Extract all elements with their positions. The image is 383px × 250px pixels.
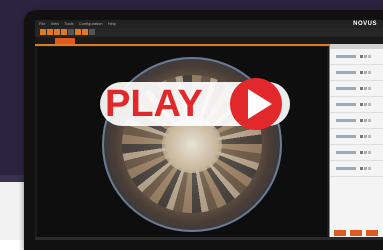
tab-underline [35, 44, 329, 46]
list-item[interactable] [330, 97, 383, 113]
menu-configuration[interactable]: Configuration [79, 21, 103, 26]
app-window: File View Tools Configuration Help NOVUS [35, 20, 383, 240]
layout-16-button[interactable] [61, 29, 67, 35]
playback-button[interactable] [82, 29, 88, 35]
list-item[interactable] [330, 81, 383, 97]
panel-action-button[interactable] [350, 230, 362, 236]
list-item[interactable] [330, 113, 383, 129]
menu-tools[interactable]: Tools [64, 21, 73, 26]
menu-file[interactable]: File [39, 21, 45, 26]
menu-view[interactable]: View [51, 21, 60, 26]
list-item[interactable] [330, 145, 383, 161]
menu-help[interactable]: Help [108, 21, 116, 26]
list-item[interactable] [330, 65, 383, 81]
play-icon[interactable] [248, 89, 272, 119]
video-view[interactable] [37, 47, 327, 237]
camera-list-panel [329, 44, 383, 237]
list-item[interactable] [330, 161, 383, 177]
menu-bar: File View Tools Configuration Help [35, 20, 383, 28]
layout-1-button[interactable] [40, 29, 46, 35]
brand-logo: NOVUS [353, 21, 377, 27]
panel-action-button[interactable] [366, 230, 378, 236]
layout-custom-button[interactable] [68, 29, 74, 35]
panel-action-button[interactable] [334, 230, 346, 236]
layout-9-button[interactable] [54, 29, 60, 35]
fullscreen-button[interactable] [75, 29, 81, 35]
layout-4-button[interactable] [47, 29, 53, 35]
settings-button[interactable] [89, 29, 95, 35]
list-item[interactable] [330, 49, 383, 65]
toolbar [35, 28, 383, 37]
play-label[interactable]: PLAY [105, 81, 203, 127]
list-item[interactable] [330, 129, 383, 145]
